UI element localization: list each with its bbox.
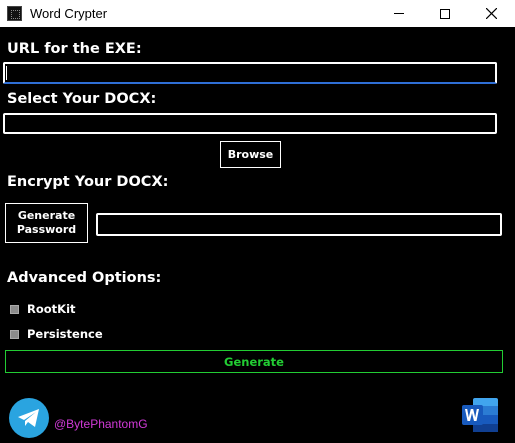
rootkit-option[interactable]: RootKit — [10, 302, 76, 316]
advanced-options-title: Advanced Options: — [7, 270, 162, 286]
telegram-icon[interactable] — [9, 398, 49, 438]
maximize-icon — [440, 8, 450, 19]
minimize-button[interactable] — [376, 0, 422, 27]
rootkit-label: RootKit — [27, 302, 76, 316]
title-bar: Word Crypter — [0, 0, 515, 27]
encrypt-docx-label: Encrypt Your DOCX: — [7, 174, 169, 190]
close-button[interactable] — [468, 0, 514, 27]
generate-password-label: Generate Password — [16, 209, 77, 236]
url-input[interactable] — [3, 62, 497, 84]
persistence-option[interactable]: Persistence — [10, 327, 103, 341]
browse-button[interactable]: Browse — [220, 141, 281, 168]
password-input[interactable] — [96, 213, 502, 236]
generate-button[interactable]: Generate — [5, 350, 503, 373]
paper-plane-icon — [18, 409, 39, 427]
persistence-label: Persistence — [27, 327, 103, 341]
docx-path-input[interactable] — [3, 113, 497, 134]
close-icon — [485, 8, 497, 19]
word-document-icon — [462, 398, 498, 432]
select-docx-label: Select Your DOCX: — [7, 91, 157, 107]
minimize-icon — [394, 13, 404, 14]
generate-password-button[interactable]: Generate Password — [5, 203, 88, 243]
rootkit-checkbox[interactable] — [10, 304, 19, 314]
url-label: URL for the EXE: — [7, 41, 142, 57]
window-title: Word Crypter — [30, 6, 108, 21]
persistence-checkbox[interactable] — [10, 329, 19, 339]
app-icon — [7, 6, 22, 21]
author-handle: @BytePhantomG — [54, 417, 148, 431]
text-caret — [6, 66, 7, 80]
maximize-button[interactable] — [422, 0, 468, 27]
